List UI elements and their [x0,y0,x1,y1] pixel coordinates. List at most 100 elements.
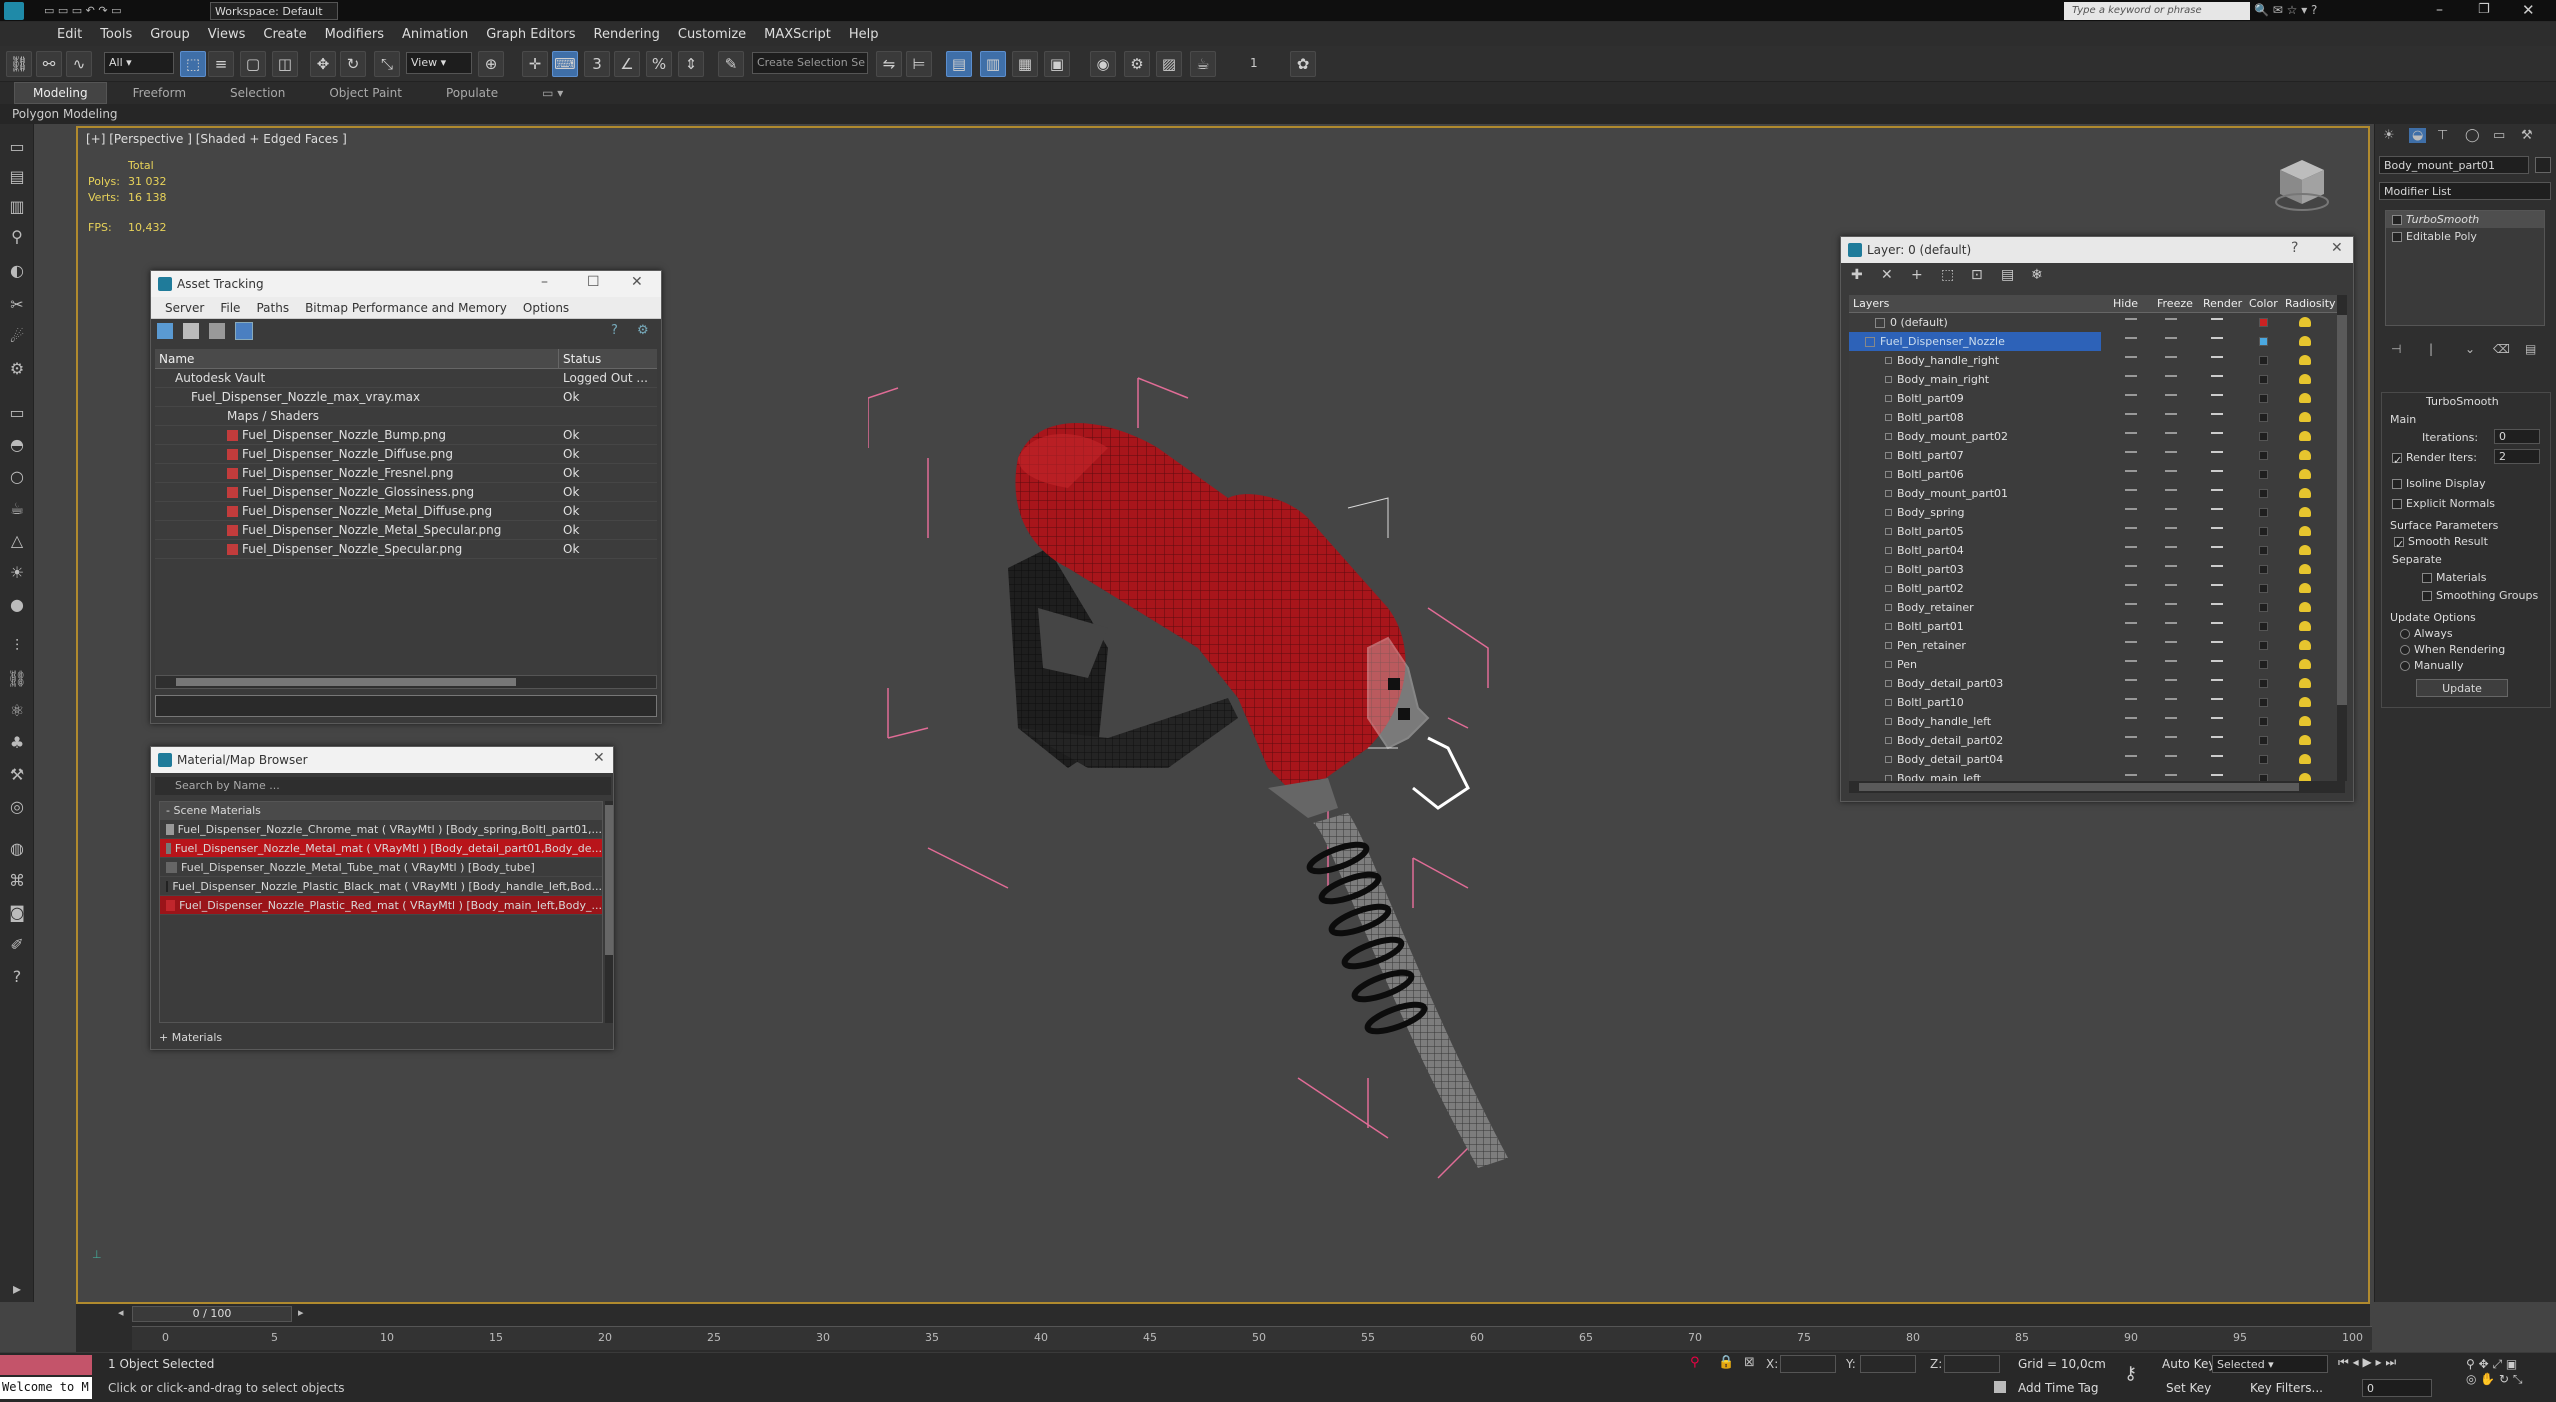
table-row[interactable]: Fuel_Dispenser_Nozzle_Metal_Diffuse.png O… [155,502,657,521]
layer-object-row[interactable]: Body_retainer [1849,598,2345,617]
dome-icon[interactable]: ◓ [5,432,29,456]
layer-default-row[interactable]: 0 (default) [1849,313,2345,332]
freeze-toggle[interactable] [2165,565,2177,567]
tab-modeling[interactable]: Modeling [14,82,107,104]
freeze-toggle[interactable] [2165,717,2177,719]
material-search-input[interactable]: Search by Name ... [155,777,611,795]
set-key-button[interactable]: Set Key [2166,1381,2211,1395]
hide-toggle[interactable] [2125,565,2137,567]
display-icon[interactable]: ◐ [5,258,29,282]
select-manipulate-icon[interactable]: ✛ [522,51,548,77]
radiosity-icon[interactable] [2299,640,2311,650]
radiosity-icon[interactable] [2299,716,2311,726]
object-name-field[interactable]: Body_mount_part01 [2379,156,2529,174]
modify-icon[interactable]: ▤ [5,164,29,188]
asset-path-field[interactable] [155,695,657,717]
when-rendering-radio[interactable]: When Rendering [2400,643,2505,656]
layer-object-row[interactable]: Body_mount_part01 [1849,484,2345,503]
freeze-toggle[interactable] [2165,508,2177,510]
expand-arrow-icon[interactable]: ▸ [5,1276,29,1300]
render-toggle[interactable] [2211,413,2223,415]
isoline-display-checkbox[interactable]: Isoline Display [2392,477,2486,490]
scene-explorer-icon[interactable]: ▤ [946,51,972,77]
stairs-icon[interactable]: ⫶ [5,634,29,658]
layer-explorer-icon[interactable]: ▥ [980,51,1006,77]
rotate-icon[interactable]: ↻ [340,51,366,77]
color-swatch[interactable] [2259,546,2268,555]
table-row[interactable]: Fuel_Dispenser_Nozzle_Diffuse.png Ok [155,445,657,464]
render-toggle[interactable] [2211,489,2223,491]
auto-key-button[interactable]: Auto Key [2162,1357,2215,1371]
hide-toggle[interactable] [2125,375,2137,377]
mirror-icon[interactable]: ⇋ [876,51,902,77]
menu-customize[interactable]: Customize [669,27,755,42]
stack-turbosmooth[interactable]: TurboSmooth [2386,211,2544,228]
radiosity-icon[interactable] [2299,393,2311,403]
smooth-result-checkbox[interactable]: ✓ Smooth Result [2394,535,2488,551]
hide-toggle[interactable] [2125,394,2137,396]
layer-tree-hscrollbar[interactable] [1849,781,2345,793]
table-row[interactable]: Autodesk Vault Logged Out ... [155,369,657,388]
teapot-icon[interactable]: ☕ [5,496,29,520]
color-swatch[interactable] [2259,337,2268,346]
hide-toggle[interactable] [2125,318,2137,320]
select-object-icon[interactable]: ⬚ [180,51,206,77]
cone-icon[interactable]: △ [5,528,29,552]
render-toggle[interactable] [2211,622,2223,624]
search-input[interactable]: Type a keyword or phrase [2064,2,2250,20]
list-item[interactable]: Fuel_Dispenser_Nozzle_Metal_Tube_mat ( V… [160,858,602,877]
render-toggle[interactable] [2211,356,2223,358]
list-item[interactable]: Fuel_Dispenser_Nozzle_Plastic_Black_mat … [160,877,602,896]
freeze-toggle[interactable] [2165,527,2177,529]
create-icon[interactable]: ▭ [5,134,29,158]
menu-options[interactable]: Options [515,301,577,315]
tab-selection[interactable]: Selection [212,83,303,103]
tree-icon[interactable]: ♣ [5,730,29,754]
angle-snap-icon[interactable]: ∠ [614,51,640,77]
list-item[interactable]: Fuel_Dispenser_Nozzle_Chrome_mat ( VRayM… [160,820,602,839]
configure-sets-icon[interactable]: ▤ [2525,342,2536,356]
menu-edit[interactable]: Edit [48,27,91,42]
material-list-scrollbar[interactable] [605,801,613,1023]
radiosity-icon[interactable] [2299,583,2311,593]
freeze-toggle[interactable] [2165,546,2177,548]
radiosity-icon[interactable] [2299,336,2311,346]
menu-help[interactable]: Help [840,27,888,42]
color-swatch[interactable] [2259,603,2268,612]
iterations-spinner[interactable]: 0 [2494,429,2540,444]
freeze-toggle[interactable] [2165,356,2177,358]
render-toggle[interactable] [2211,508,2223,510]
radiosity-icon[interactable] [2299,450,2311,460]
unlink-icon[interactable]: ⚯ [36,51,62,77]
x-coordinate-field[interactable] [1780,1355,1836,1373]
polygon-modeling-bar[interactable]: Polygon Modeling [0,104,2556,124]
layer-object-row[interactable]: Boltl_part07 [1849,446,2345,465]
named-selection-set-dropdown[interactable]: Create Selection Se ▾ [752,52,868,74]
layer-object-row[interactable]: Boltl_part09 [1849,389,2345,408]
hide-toggle[interactable] [2125,660,2137,662]
hide-toggle[interactable] [2125,603,2137,605]
radiosity-icon[interactable] [2299,431,2311,441]
hide-toggle[interactable] [2125,698,2137,700]
hide-toggle[interactable] [2125,527,2137,529]
render-toggle[interactable] [2211,641,2223,643]
keyboard-shortcut-icon[interactable]: ⌨ [552,51,578,77]
fx-icon[interactable]: ☄ [5,324,29,348]
render-toggle[interactable] [2211,660,2223,662]
color-swatch[interactable] [2259,451,2268,460]
render-icon[interactable]: ☕ [1190,51,1216,77]
robot-icon[interactable]: ◙ [5,900,29,924]
color-swatch[interactable] [2259,394,2268,403]
layer-object-row[interactable]: Pen_retainer [1849,636,2345,655]
color-swatch[interactable] [2259,736,2268,745]
help-icons[interactable]: 🔍 ✉ ☆ ▾ ? [2254,3,2384,19]
hide-toggle[interactable] [2125,546,2137,548]
stack-editable-poly[interactable]: Editable Poly [2386,228,2544,245]
show-end-result-icon[interactable]: | [2429,342,2433,356]
restore-button[interactable]: ❐ [2478,2,2490,17]
color-swatch[interactable] [2259,470,2268,479]
render-toggle[interactable] [2211,603,2223,605]
hide-toggle[interactable] [2125,489,2137,491]
motion-icon[interactable]: ⚲ [5,224,29,248]
freeze-toggle[interactable] [2165,736,2177,738]
